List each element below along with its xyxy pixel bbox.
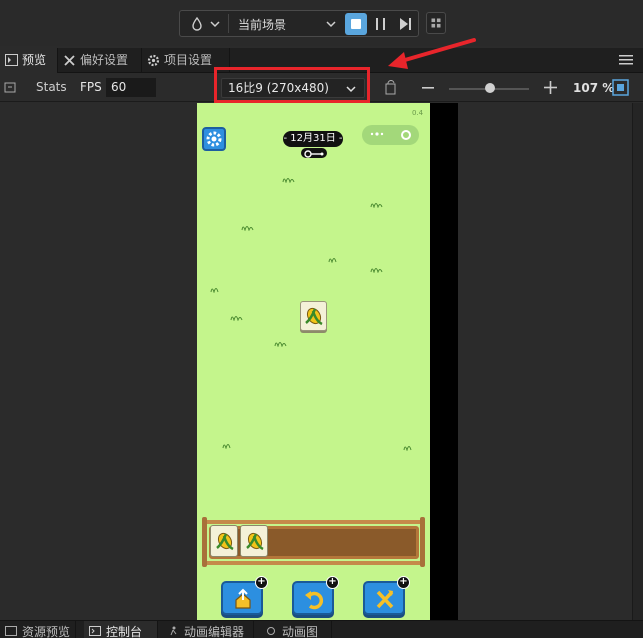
zoom-slider-handle[interactable] [485,83,495,93]
divider [228,14,229,33]
fps-label: FPS [80,80,102,94]
corn-icon [305,307,323,326]
graph-icon [267,627,275,635]
grass-tuft [230,316,243,321]
stop-button[interactable] [345,13,367,35]
tab-label: 预览 [22,53,47,67]
tile-tray [202,517,425,567]
fps-input[interactable]: 60 [106,78,156,97]
menu-icon[interactable] [619,54,633,66]
grass-tuft [370,268,383,273]
tray-rail [202,561,425,565]
running-icon [170,626,177,636]
chevron-down-icon[interactable] [210,19,220,29]
zoom-out-icon[interactable] [421,82,435,94]
corn-icon [216,532,234,551]
grass-tuft [403,446,412,451]
close-icon[interactable] [401,130,411,140]
undo-button[interactable]: + [292,576,339,615]
chevron-down-icon[interactable] [326,19,336,29]
scene-selector[interactable]: 当前场景 [179,10,419,37]
grass-tuft [222,444,231,449]
tab-preview[interactable]: 预览 [0,48,58,73]
preview-icon [5,54,18,66]
grid-icon[interactable] [426,12,446,34]
tray-post [202,517,207,567]
grass-tuft [210,288,219,293]
plus-badge: + [326,576,339,589]
grass-tuft [370,203,383,208]
tab-animation-editor[interactable]: 动画编辑器 [162,621,254,638]
shuffle-button[interactable]: + [363,576,410,615]
version-tag: 0.4 [412,109,424,117]
fit-screen-icon[interactable] [612,79,629,96]
tab-label: 资源预览 [22,625,71,638]
tab-animation-graph[interactable]: 动画图 [260,621,332,638]
move-out-icon [235,588,251,609]
scene-name[interactable]: 当前场景 [238,16,286,33]
grass-tuft [282,178,295,183]
tray-post [420,517,425,567]
gear-icon [147,54,160,67]
stats-toggle[interactable]: Stats [36,80,67,94]
highlight-box [214,67,370,103]
corn-tile[interactable] [300,301,327,331]
zoom-value: 107 % [573,81,615,95]
mini-program-capsule[interactable] [362,125,419,145]
plus-badge: + [397,576,410,589]
gear-icon [206,131,222,147]
undo-icon [305,591,324,610]
tab-label: 动画图 [282,625,319,638]
tab-preferences[interactable]: 偏好设置 [58,48,142,73]
tray-rail [202,520,425,524]
grass-tuft [241,226,254,231]
corn-icon [246,532,264,551]
pause-button[interactable] [370,13,392,35]
bottom-tabs: 资源预览 控制台 动画编辑器 动画图 [0,620,643,638]
top-toolbar: 当前场景 [0,0,643,46]
grass-tuft [274,342,287,347]
tab-label: 动画编辑器 [184,625,245,638]
tools-icon [64,55,75,66]
rotate-device-icon[interactable] [384,80,398,95]
settings-button[interactable] [202,127,226,151]
key-icon [301,148,327,158]
tab-label: 控制台 [106,625,143,638]
grass-tuft [328,258,337,263]
image-icon [5,626,17,636]
console-icon [89,626,101,636]
tab-console[interactable]: 控制台 [84,621,158,638]
date-badge: - 12月31日 - [283,131,343,147]
tray-slot-tile [240,525,268,557]
step-button[interactable] [394,13,416,35]
tab-label: 项目设置 [164,53,213,67]
tab-asset-preview[interactable]: 资源预览 [0,621,76,638]
right-panel-edge [632,103,643,620]
plus-badge: + [255,576,268,589]
zoom-in-icon[interactable] [544,81,557,94]
screenshot-icon[interactable] [4,81,17,94]
arrow-annotation [388,38,476,69]
move-out-button[interactable]: + [221,576,268,615]
more-icon[interactable] [370,132,384,136]
tray-slot-tile [210,525,238,557]
tab-label: 偏好设置 [80,53,129,67]
drop-icon [192,17,202,31]
game-canvas[interactable]: 0.4 - 12月31日 - + + + [197,103,430,620]
shuffle-icon [376,590,394,609]
